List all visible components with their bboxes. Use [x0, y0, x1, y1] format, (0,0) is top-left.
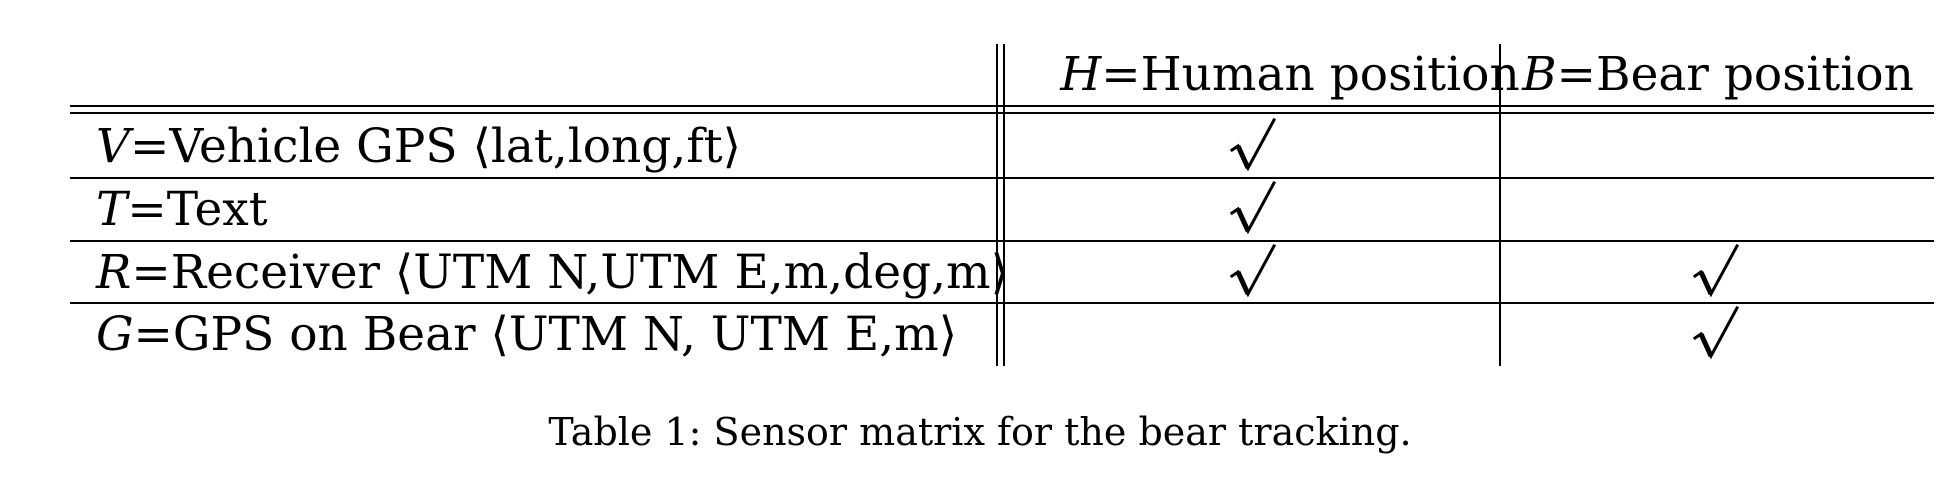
row-text: =GPS on Bear ⟨UTM N, UTM E,m⟩ [133, 306, 958, 362]
check-icon [1224, 116, 1284, 176]
sensor-matrix-table: H =Human position B =Bear position V =Ve… [70, 44, 1934, 366]
vrule-double-left-2 [1003, 44, 1005, 366]
rule-header-bottom-1 [70, 105, 1934, 107]
header-human-var: H [1060, 46, 1102, 102]
vrule-double-left-1 [996, 44, 998, 366]
rule-row-1 [70, 177, 1934, 179]
row-var: V [96, 118, 130, 174]
row-label-text: T =Text [96, 179, 268, 239]
rule-header-bottom-2 [70, 112, 1934, 114]
header-bear-text: =Bear position [1556, 46, 1914, 102]
check-icon [1687, 304, 1747, 364]
check-icon [1224, 179, 1284, 239]
row-text: =Receiver ⟨UTM N,UTM E,m,deg,m⟩ [131, 244, 1009, 300]
header-bear-var: B [1522, 46, 1557, 102]
row-var: G [96, 306, 134, 362]
row-label-gps-on-bear: G =GPS on Bear ⟨UTM N, UTM E,m⟩ [96, 304, 957, 364]
header-human-position: H =Human position [1010, 44, 1570, 104]
row-var: T [96, 181, 128, 237]
row-text: =Text [127, 181, 268, 237]
row-label-receiver: R =Receiver ⟨UTM N,UTM E,m,deg,m⟩ [96, 242, 1009, 302]
check-icon [1224, 242, 1284, 302]
check-icon [1687, 242, 1747, 302]
row-label-vehicle-gps: V =Vehicle GPS ⟨lat,long,ft⟩ [96, 116, 741, 176]
vrule-middle [1499, 44, 1501, 366]
table-caption: Table 1: Sensor matrix for the bear trac… [548, 410, 1412, 454]
header-human-text: =Human position [1101, 46, 1520, 102]
row-var: R [96, 244, 132, 300]
row-text: =Vehicle GPS ⟨lat,long,ft⟩ [129, 118, 741, 174]
header-bear-position: B =Bear position [1502, 44, 1934, 104]
